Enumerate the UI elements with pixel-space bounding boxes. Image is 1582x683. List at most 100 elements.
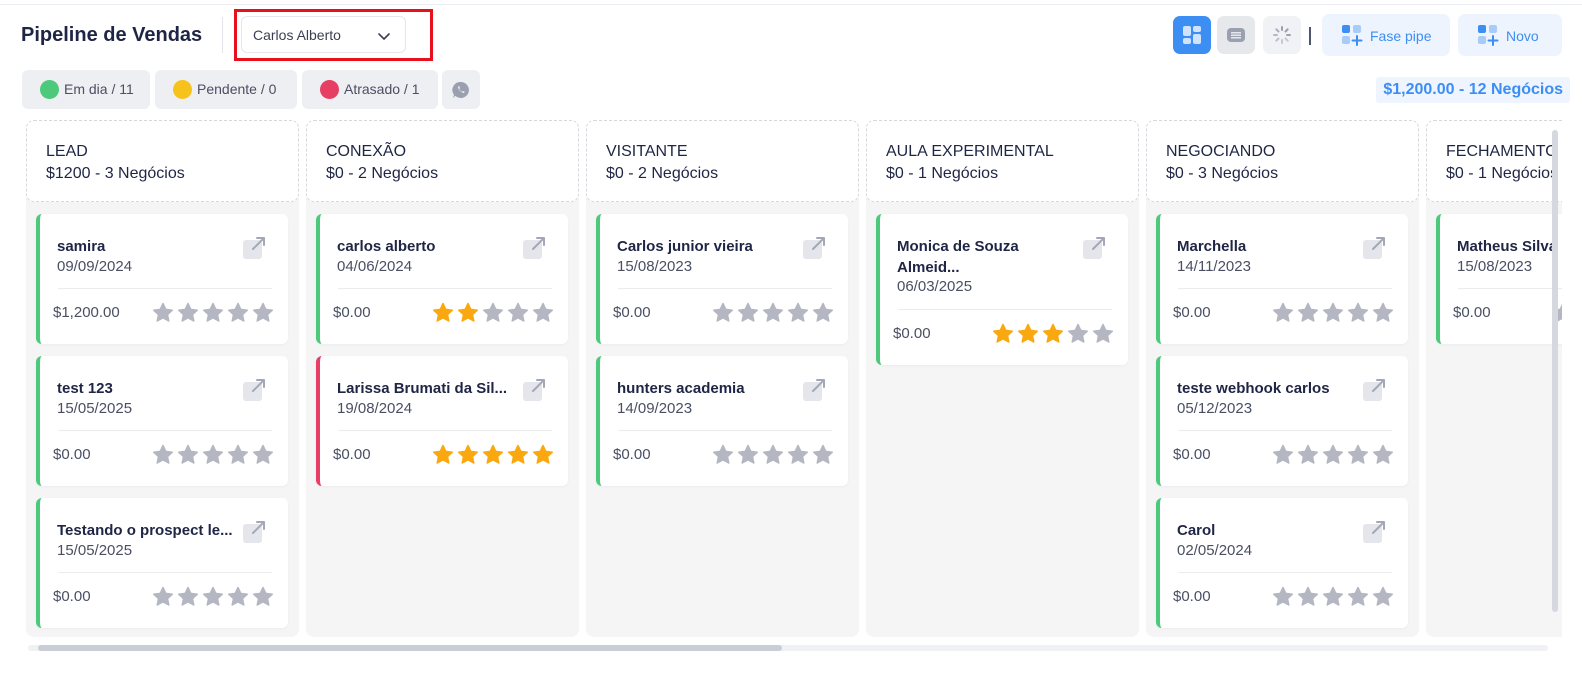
deal-card[interactable]: test 123 15/05/2025 $0.00 <box>36 356 288 486</box>
open-external-icon[interactable] <box>522 235 547 260</box>
horizontal-scrollbar[interactable] <box>28 645 1548 651</box>
open-external-icon[interactable] <box>242 235 267 260</box>
star-icon[interactable] <box>202 302 224 324</box>
star-icon[interactable] <box>252 586 274 608</box>
deal-card[interactable]: carlos alberto 04/06/2024 $0.00 <box>316 214 568 344</box>
star-icon[interactable] <box>482 302 504 324</box>
column-header[interactable]: VISITANTE $0 - 2 Negócios <box>586 120 859 202</box>
star-icon[interactable] <box>1372 302 1394 324</box>
star-icon[interactable] <box>1322 302 1344 324</box>
open-external-icon[interactable] <box>1362 377 1387 402</box>
open-external-icon[interactable] <box>1362 519 1387 544</box>
star-icon[interactable] <box>177 302 199 324</box>
open-external-icon[interactable] <box>802 377 827 402</box>
open-external-icon[interactable] <box>242 519 267 544</box>
star-icon[interactable] <box>177 444 199 466</box>
rating-stars[interactable] <box>989 323 1114 345</box>
deal-card[interactable]: hunters academia 14/09/2023 $0.00 <box>596 356 848 486</box>
open-external-icon[interactable] <box>522 377 547 402</box>
star-icon[interactable] <box>762 444 784 466</box>
star-icon[interactable] <box>1272 302 1294 324</box>
rating-stars[interactable] <box>429 444 554 466</box>
filter-pendente[interactable]: Pendente / 0 <box>155 70 297 109</box>
horizontal-scroll-thumb[interactable] <box>38 645 782 651</box>
refresh-button[interactable] <box>1263 16 1301 54</box>
star-icon[interactable] <box>1017 323 1039 345</box>
deal-card[interactable]: teste webhook carlos 05/12/2023 $0.00 <box>1156 356 1408 486</box>
star-icon[interactable] <box>1347 302 1369 324</box>
star-icon[interactable] <box>152 586 174 608</box>
star-icon[interactable] <box>712 444 734 466</box>
deal-card[interactable]: Monica de Souza Almeid... 06/03/2025 $0.00 <box>876 214 1128 365</box>
vertical-scroll-thumb[interactable] <box>1552 130 1558 612</box>
star-icon[interactable] <box>737 444 759 466</box>
star-icon[interactable] <box>1067 323 1089 345</box>
user-select-dropdown[interactable]: Carlos Alberto <box>241 16 406 53</box>
star-icon[interactable] <box>152 302 174 324</box>
star-icon[interactable] <box>202 586 224 608</box>
open-external-icon[interactable] <box>242 377 267 402</box>
star-icon[interactable] <box>812 302 834 324</box>
star-icon[interactable] <box>787 444 809 466</box>
star-icon[interactable] <box>457 444 479 466</box>
star-icon[interactable] <box>1372 444 1394 466</box>
rating-stars[interactable] <box>149 586 274 608</box>
star-icon[interactable] <box>1092 323 1114 345</box>
column-header[interactable]: LEAD $1200 - 3 Negócios <box>26 120 299 202</box>
star-icon[interactable] <box>432 444 454 466</box>
rating-stars[interactable] <box>149 302 274 324</box>
list-view-button[interactable] <box>1217 16 1255 54</box>
open-external-icon[interactable] <box>1082 235 1107 260</box>
star-icon[interactable] <box>507 302 529 324</box>
star-icon[interactable] <box>177 586 199 608</box>
rating-stars[interactable] <box>1269 444 1394 466</box>
star-icon[interactable] <box>1297 586 1319 608</box>
rating-stars[interactable] <box>1269 302 1394 324</box>
star-icon[interactable] <box>532 444 554 466</box>
novo-button[interactable]: Novo <box>1458 14 1562 56</box>
star-icon[interactable] <box>252 302 274 324</box>
rating-stars[interactable] <box>709 444 834 466</box>
star-icon[interactable] <box>432 302 454 324</box>
deal-card[interactable]: Matheus Silva 15/08/2023 $0.00 <box>1436 214 1562 344</box>
star-icon[interactable] <box>252 444 274 466</box>
star-icon[interactable] <box>227 586 249 608</box>
star-icon[interactable] <box>1272 444 1294 466</box>
star-icon[interactable] <box>227 444 249 466</box>
vertical-scrollbar[interactable] <box>1551 120 1559 640</box>
star-icon[interactable] <box>532 302 554 324</box>
star-icon[interactable] <box>1347 444 1369 466</box>
deal-card[interactable]: samira 09/09/2024 $1,200.00 <box>36 214 288 344</box>
star-icon[interactable] <box>227 302 249 324</box>
deal-card[interactable]: Carlos junior vieira 15/08/2023 $0.00 <box>596 214 848 344</box>
deal-card[interactable]: Carol 02/05/2024 $0.00 <box>1156 498 1408 628</box>
star-icon[interactable] <box>152 444 174 466</box>
filter-em-dia[interactable]: Em dia / 11 <box>22 70 150 109</box>
deal-card[interactable]: Testando o prospect le... 15/05/2025 $0.00 <box>36 498 288 628</box>
open-external-icon[interactable] <box>802 235 827 260</box>
star-icon[interactable] <box>992 323 1014 345</box>
kanban-view-button[interactable] <box>1173 16 1211 54</box>
column-header[interactable]: FECHAMENTO $0 - 1 Negócios <box>1426 120 1562 202</box>
star-icon[interactable] <box>762 302 784 324</box>
star-icon[interactable] <box>737 302 759 324</box>
star-icon[interactable] <box>1272 586 1294 608</box>
rating-stars[interactable] <box>709 302 834 324</box>
star-icon[interactable] <box>1347 586 1369 608</box>
rating-stars[interactable] <box>429 302 554 324</box>
star-icon[interactable] <box>1372 586 1394 608</box>
star-icon[interactable] <box>482 444 504 466</box>
deal-card[interactable]: Marchella 14/11/2023 $0.00 <box>1156 214 1408 344</box>
star-icon[interactable] <box>787 302 809 324</box>
star-icon[interactable] <box>712 302 734 324</box>
rating-stars[interactable] <box>1269 586 1394 608</box>
rating-stars[interactable] <box>149 444 274 466</box>
open-external-icon[interactable] <box>1362 235 1387 260</box>
column-header[interactable]: CONEXÃO $0 - 2 Negócios <box>306 120 579 202</box>
star-icon[interactable] <box>202 444 224 466</box>
column-header[interactable]: NEGOCIANDO $0 - 3 Negócios <box>1146 120 1419 202</box>
star-icon[interactable] <box>1297 302 1319 324</box>
column-header[interactable]: AULA EXPERIMENTAL $0 - 1 Negócios <box>866 120 1139 202</box>
star-icon[interactable] <box>1297 444 1319 466</box>
star-icon[interactable] <box>1322 586 1344 608</box>
